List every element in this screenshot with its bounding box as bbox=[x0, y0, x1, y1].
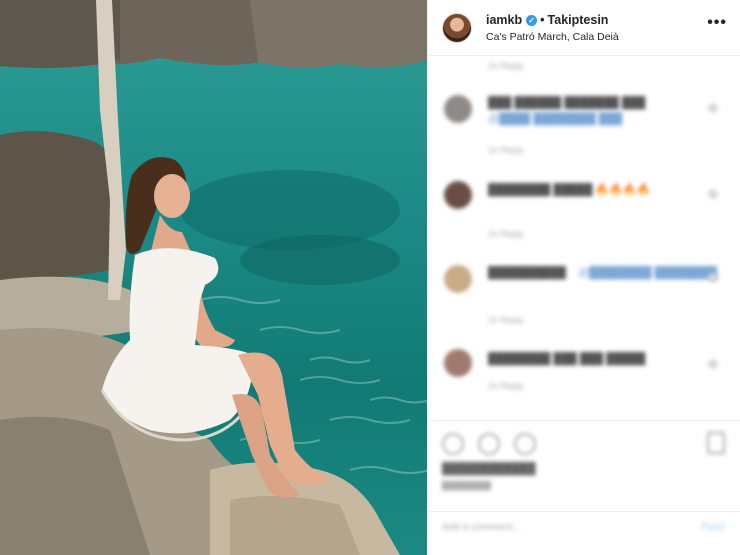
comments-list: 1h Reply ███ ██████ ███████ ███ @████ ██… bbox=[428, 57, 740, 417]
comment-text: ██████████ bbox=[488, 267, 566, 279]
comment-like-icon[interactable] bbox=[708, 103, 718, 113]
user-line: iamkb ✓ • Takiptesin bbox=[486, 13, 608, 27]
comment-like-icon[interactable] bbox=[708, 273, 718, 283]
comment-meta: 1h Reply bbox=[488, 61, 524, 71]
comment-meta: 1h Reply bbox=[488, 229, 524, 239]
follow-status-button[interactable]: Takiptesin bbox=[548, 13, 609, 27]
post-actions: ████████████ ████████ Add a comment… Pos… bbox=[428, 420, 740, 540]
comment-avatar[interactable] bbox=[444, 349, 472, 377]
comment-text: ████████ █████ 🔥🔥🔥🔥 bbox=[488, 184, 651, 196]
bookmark-icon[interactable] bbox=[707, 432, 725, 454]
comment-mention[interactable]: @████████ ████████ bbox=[578, 267, 717, 279]
comment-avatar[interactable] bbox=[444, 265, 472, 293]
heart-icon[interactable] bbox=[442, 433, 464, 455]
post-side-panel: iamkb ✓ • Takiptesin Ca's Patró March, Cala… bbox=[427, 0, 740, 555]
comment-avatar[interactable] bbox=[444, 181, 472, 209]
post-photo[interactable] bbox=[0, 0, 427, 555]
username-link[interactable]: iamkb bbox=[486, 13, 522, 27]
verified-badge-icon: ✓ bbox=[526, 15, 538, 26]
likes-count[interactable]: ████████████ bbox=[442, 463, 536, 475]
comment-meta: 1h Reply bbox=[488, 315, 524, 325]
comment-mention[interactable]: @████ ████████ ███ bbox=[488, 113, 622, 125]
photo-scene bbox=[0, 0, 427, 555]
more-options-icon[interactable]: ••• bbox=[707, 14, 727, 32]
separator-dot: • bbox=[540, 13, 545, 27]
comment-like-icon[interactable] bbox=[708, 359, 718, 369]
comment-text: ████████ ███ ███ █████ bbox=[488, 353, 646, 365]
comment-icon[interactable] bbox=[478, 433, 500, 455]
post-header: iamkb ✓ • Takiptesin Ca's Patró March, Cala… bbox=[428, 0, 740, 56]
post-comment-button[interactable]: Post bbox=[701, 521, 725, 533]
comment-like-icon[interactable] bbox=[708, 189, 718, 199]
comment-meta: 1h Reply bbox=[488, 145, 524, 155]
add-comment-bar: Add a comment… Post bbox=[428, 511, 740, 541]
user-avatar[interactable] bbox=[442, 13, 472, 43]
comment-avatar[interactable] bbox=[444, 95, 472, 123]
post-date: ████████ bbox=[442, 481, 492, 490]
add-comment-input[interactable]: Add a comment… bbox=[442, 522, 522, 533]
comment-text: ███ ██████ ███████ ███ bbox=[488, 97, 646, 109]
location-link[interactable]: Ca's Patró March, Cala Deià bbox=[486, 31, 619, 43]
share-icon[interactable] bbox=[514, 433, 536, 455]
comment-meta: 1h Reply bbox=[488, 381, 524, 391]
